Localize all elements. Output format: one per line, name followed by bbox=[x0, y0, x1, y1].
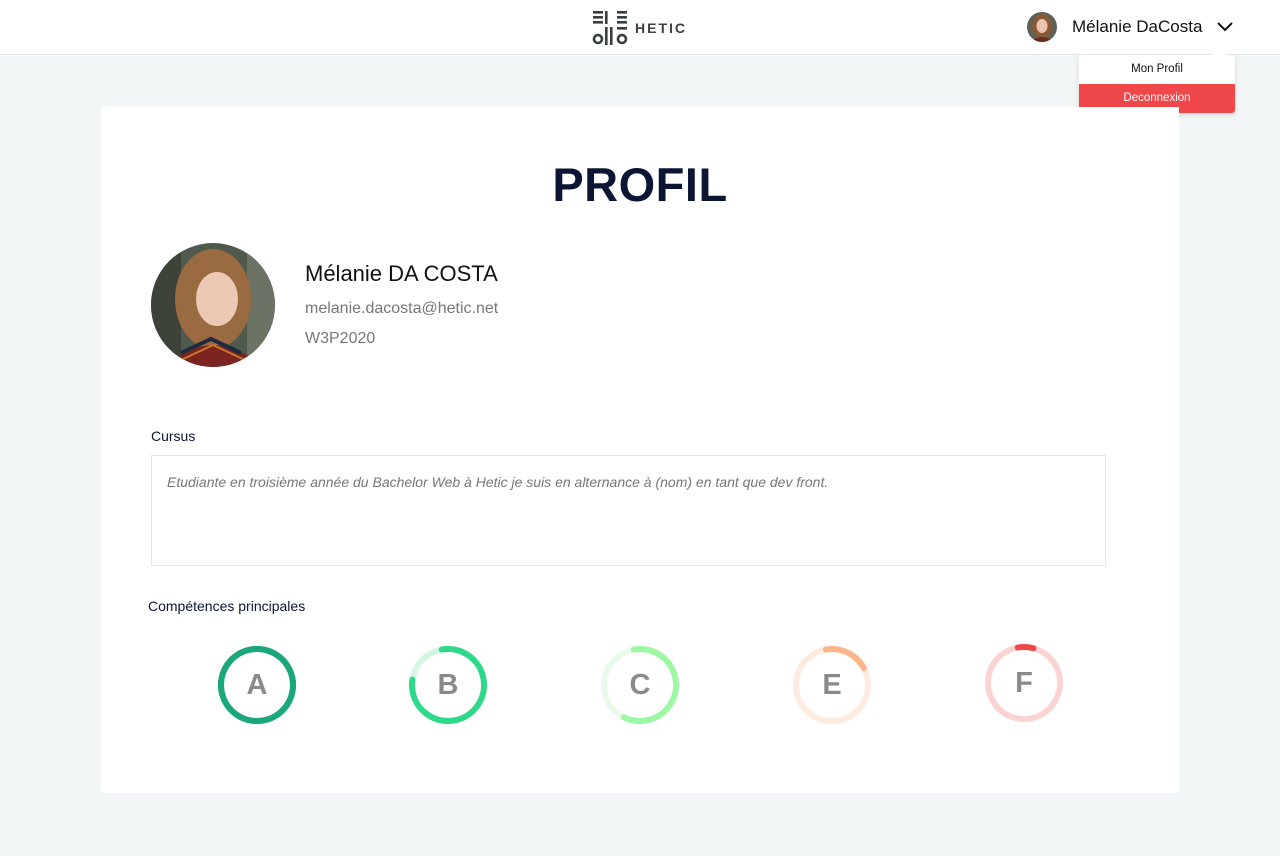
avatar bbox=[1027, 12, 1057, 42]
cursus-text: Etudiante en troisième année du Bachelor… bbox=[167, 474, 829, 490]
skill-letter: B bbox=[437, 669, 459, 701]
dropdown-caret bbox=[1211, 47, 1227, 55]
hetic-logo[interactable]: HETIC bbox=[592, 10, 687, 46]
cursus-textarea[interactable]: Etudiante en troisième année du Bachelor… bbox=[151, 455, 1106, 566]
skills-label: Compétences principales bbox=[148, 598, 306, 614]
skill-letter: E bbox=[822, 669, 842, 701]
profile-promo: W3P2020 bbox=[305, 330, 376, 347]
profile-full-name: Mélanie DA COSTA bbox=[305, 261, 498, 286]
menu-item-my-profile[interactable]: Mon Profil bbox=[1079, 55, 1235, 84]
chevron-down-icon[interactable] bbox=[1216, 18, 1234, 36]
skill-gauge: C bbox=[598, 643, 682, 727]
profile-card: PROFIL Mélanie DA COSTA melanie.dacosta@… bbox=[101, 107, 1179, 793]
user-menu-toggle[interactable]: Mélanie DaCosta bbox=[1027, 12, 1234, 42]
skill-letter: A bbox=[246, 669, 268, 701]
profile-email: melanie.dacosta@hetic.net bbox=[305, 300, 499, 317]
skill-gauge: F bbox=[982, 641, 1066, 725]
skill-gauge: B bbox=[406, 643, 490, 727]
skill-letter: C bbox=[629, 669, 651, 701]
skill-letter: F bbox=[1015, 667, 1033, 699]
top-navbar: HETIC Mélanie DaCosta bbox=[0, 0, 1280, 55]
hetic-logo-icon bbox=[592, 11, 628, 45]
page-title: PROFIL bbox=[552, 158, 728, 211]
user-name: Mélanie DaCosta bbox=[1072, 17, 1203, 36]
user-dropdown-menu: Mon Profil Deconnexion bbox=[1079, 47, 1235, 113]
profile-avatar bbox=[151, 243, 275, 367]
skill-gauge: A bbox=[215, 643, 299, 727]
skill-gauge: E bbox=[790, 643, 874, 727]
logo-text: HETIC bbox=[635, 20, 687, 36]
cursus-label: Cursus bbox=[151, 428, 196, 444]
